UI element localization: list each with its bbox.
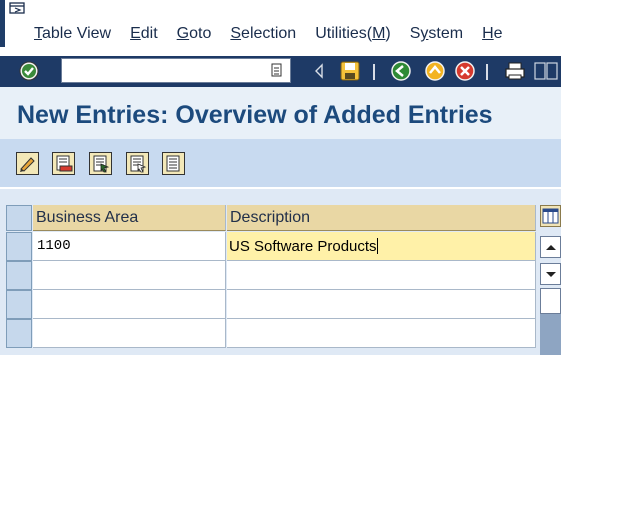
standard-toolbar bbox=[0, 56, 561, 87]
business-area-cell[interactable] bbox=[33, 319, 226, 348]
select-all-rows-button[interactable] bbox=[6, 205, 32, 231]
row-selector[interactable] bbox=[6, 232, 32, 261]
enter-check-icon[interactable] bbox=[18, 60, 40, 82]
business-area-cell[interactable] bbox=[33, 261, 226, 290]
cancel-red-icon[interactable] bbox=[454, 60, 476, 82]
command-dropdown-icon[interactable] bbox=[270, 61, 284, 79]
column-header-business-area[interactable]: Business Area bbox=[33, 205, 226, 231]
description-text: US Software Products bbox=[229, 238, 377, 255]
description-cell[interactable] bbox=[227, 290, 536, 319]
title-bar: New Entries: Overview of Added Entries bbox=[0, 87, 561, 139]
table-settings-icon bbox=[542, 208, 559, 224]
row-selector[interactable] bbox=[6, 319, 32, 348]
scrollbar-thumb[interactable] bbox=[540, 288, 561, 314]
description-cell[interactable]: US Software Products bbox=[227, 232, 536, 261]
row-selector[interactable] bbox=[6, 261, 32, 290]
menu-table-view[interactable]: Table View bbox=[34, 25, 111, 43]
menu-utilities[interactable]: Utilities(M) bbox=[315, 25, 391, 43]
scroll-up-button[interactable] bbox=[540, 236, 561, 258]
menu-selection[interactable]: Selection bbox=[230, 25, 296, 43]
column-header-description[interactable]: Description bbox=[227, 205, 536, 231]
menu-left-border bbox=[0, 0, 5, 47]
menu-system-icon[interactable] bbox=[9, 2, 26, 15]
print-icon[interactable] bbox=[504, 60, 526, 82]
find-icon[interactable] bbox=[532, 60, 561, 82]
description-cell[interactable] bbox=[227, 319, 536, 348]
select-block-icon[interactable] bbox=[126, 152, 149, 175]
toolbar-separator bbox=[486, 64, 488, 80]
delete-entry-icon[interactable] bbox=[52, 152, 75, 175]
sap-window: Table View Edit Goto Selection Utilities… bbox=[0, 0, 561, 355]
menu-system[interactable]: System bbox=[410, 25, 463, 43]
scroll-down-button[interactable] bbox=[540, 263, 561, 285]
deselect-all-icon[interactable] bbox=[162, 152, 185, 175]
column-settings-button[interactable] bbox=[540, 205, 561, 227]
save-icon[interactable] bbox=[339, 60, 361, 82]
change-pencil-icon[interactable] bbox=[16, 152, 39, 175]
back-green-icon[interactable] bbox=[390, 60, 412, 82]
command-field[interactable] bbox=[61, 58, 291, 83]
arrow-down-icon bbox=[546, 272, 556, 277]
text-caret bbox=[376, 238, 378, 254]
description-cell[interactable] bbox=[227, 261, 536, 290]
menu-bar: Table View Edit Goto Selection Utilities… bbox=[0, 0, 561, 47]
page-title: New Entries: Overview of Added Entries bbox=[17, 101, 493, 129]
exit-yellow-icon[interactable] bbox=[424, 60, 446, 82]
table-area: Business Area Description 1100 US Softwa… bbox=[0, 189, 561, 355]
application-toolbar bbox=[0, 139, 561, 189]
select-all-icon[interactable] bbox=[89, 152, 112, 175]
arrow-up-icon bbox=[546, 245, 556, 250]
business-area-cell[interactable]: 1100 bbox=[33, 232, 226, 261]
back-arrow-icon[interactable] bbox=[308, 60, 330, 82]
menu-goto[interactable]: Goto bbox=[177, 25, 212, 43]
toolbar-separator bbox=[373, 64, 375, 80]
menu-edit[interactable]: Edit bbox=[130, 25, 158, 43]
menu-help[interactable]: He bbox=[482, 25, 502, 43]
business-area-cell[interactable] bbox=[33, 290, 226, 319]
row-selector[interactable] bbox=[6, 290, 32, 319]
